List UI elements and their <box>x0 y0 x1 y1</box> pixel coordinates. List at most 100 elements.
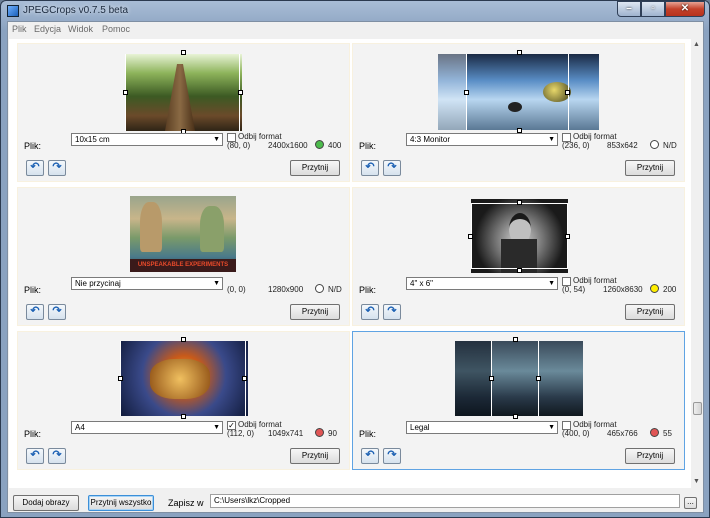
format-dropdown[interactable]: Nie przycinaj ▼ <box>71 277 223 290</box>
crop-button[interactable]: Przytnij <box>625 304 675 320</box>
image-panel-2[interactable]: Plik: 4:3 Monitor ▼ Odbij format (236, 0)… <box>352 43 685 182</box>
minimize-button[interactable]: – <box>617 1 641 17</box>
crop-handle[interactable] <box>238 90 243 95</box>
scroll-up-icon[interactable]: ▲ <box>693 41 700 48</box>
format-dropdown[interactable]: A4 ▼ <box>71 421 223 434</box>
crop-area[interactable] <box>466 54 569 130</box>
crop-button[interactable]: Przytnij <box>290 160 340 176</box>
add-images-button[interactable]: Dodaj obrazy <box>13 495 79 511</box>
scroll-down-icon[interactable]: ▼ <box>693 478 700 485</box>
crop-all-button[interactable]: Przytnij wszystko <box>88 495 154 511</box>
browse-button[interactable]: ... <box>684 497 697 509</box>
crop-handle[interactable] <box>464 90 469 95</box>
title-bar[interactable]: JPEGCrops v0.7.5 beta – ▫ ✕ <box>1 1 709 21</box>
image-figure <box>200 206 224 252</box>
file-label: Plik: <box>24 429 42 439</box>
format-dropdown[interactable]: Legal ▼ <box>406 421 558 434</box>
crop-area[interactable] <box>471 203 568 269</box>
crop-button[interactable]: Przytnij <box>625 448 675 464</box>
rotate-left-button[interactable]: ↶ <box>26 448 44 464</box>
close-button[interactable]: ✕ <box>665 1 705 17</box>
vertical-scrollbar[interactable]: ▲ ▼ <box>691 39 703 488</box>
crop-handle[interactable] <box>517 200 522 205</box>
crop-handle[interactable] <box>181 337 186 342</box>
chevron-down-icon: ▼ <box>213 136 220 143</box>
flip-format-label: Odbij format <box>573 420 617 429</box>
rotate-left-button[interactable]: ↶ <box>361 304 379 320</box>
rotate-right-button[interactable]: ↷ <box>383 448 401 464</box>
crop-handle[interactable] <box>513 337 518 342</box>
rotate-right-icon: ↷ <box>387 305 397 317</box>
quality-value: 90 <box>328 429 337 438</box>
crop-offset: (112, 0) <box>227 429 254 438</box>
image-panel-4[interactable]: Plik: 4" x 6" ▼ Odbij format (0, 54) 1260… <box>352 187 685 326</box>
image-panel-1[interactable]: Plik: 10x15 cm ▼ Odbij format (80, 0) 240… <box>17 43 350 182</box>
crop-button[interactable]: Przytnij <box>290 448 340 464</box>
rotate-right-button[interactable]: ↷ <box>48 160 66 176</box>
crop-handle[interactable] <box>118 376 123 381</box>
rotate-right-icon: ↷ <box>387 161 397 173</box>
quality-value: 200 <box>663 285 677 294</box>
image-panel-5[interactable]: Plik: A4 ▼ ✓ Odbij format (112, 0) 1049x7… <box>17 331 350 470</box>
maximize-button[interactable]: ▫ <box>641 1 665 17</box>
crop-handle[interactable] <box>513 414 518 419</box>
crop-area[interactable] <box>120 341 246 416</box>
thumbnail-image[interactable]: UNSPEAKABLE EXPERIMENTS <box>130 196 236 272</box>
crop-offset: (80, 0) <box>227 141 251 150</box>
crop-area[interactable] <box>125 54 240 131</box>
thumbnail-image[interactable] <box>125 54 242 131</box>
rotate-right-button[interactable]: ↷ <box>48 304 66 320</box>
rotate-right-icon: ↷ <box>52 449 62 461</box>
quality-value: N/D <box>663 141 677 150</box>
rotate-left-icon: ↶ <box>365 305 375 317</box>
crop-handle[interactable] <box>123 90 128 95</box>
image-panel-6[interactable]: Plik: Legal ▼ Odbij format (400, 0) 465x7… <box>352 331 685 470</box>
status-indicator <box>315 284 324 293</box>
chevron-down-icon: ▼ <box>548 280 555 287</box>
rotate-right-button[interactable]: ↷ <box>383 304 401 320</box>
file-label: Plik: <box>24 141 42 151</box>
scrollbar-thumb[interactable] <box>693 402 702 415</box>
menu-widok[interactable]: Widok <box>68 24 93 34</box>
status-indicator <box>315 428 324 437</box>
menu-bar: Plik Edycja Widok Pomoc <box>8 22 703 37</box>
thumbnail-image[interactable] <box>471 199 568 273</box>
format-dropdown[interactable]: 4:3 Monitor ▼ <box>406 133 558 146</box>
chevron-down-icon: ▼ <box>548 136 555 143</box>
rotate-left-button[interactable]: ↶ <box>26 160 44 176</box>
crop-area[interactable] <box>491 341 539 416</box>
rotate-left-icon: ↶ <box>30 305 40 317</box>
crop-handle[interactable] <box>536 376 541 381</box>
thumbnail-image[interactable] <box>438 54 599 130</box>
format-dropdown[interactable]: 4" x 6" ▼ <box>406 277 558 290</box>
app-icon <box>7 5 19 17</box>
menu-edycja[interactable]: Edycja <box>34 24 61 34</box>
crop-button[interactable]: Przytnij <box>625 160 675 176</box>
crop-handle[interactable] <box>242 376 247 381</box>
save-to-label: Zapisz w <box>168 498 204 508</box>
menu-plik[interactable]: Plik <box>12 24 27 34</box>
crop-handle[interactable] <box>517 268 522 273</box>
rotate-left-button[interactable]: ↶ <box>26 304 44 320</box>
save-path-field[interactable]: C:\Users\lkz\Cropped <box>210 494 680 508</box>
crop-offset: (400, 0) <box>562 429 590 438</box>
crop-handle[interactable] <box>565 234 570 239</box>
crop-handle[interactable] <box>181 50 186 55</box>
rotate-right-button[interactable]: ↷ <box>48 448 66 464</box>
crop-button[interactable]: Przytnij <box>290 304 340 320</box>
crop-handle[interactable] <box>565 90 570 95</box>
crop-handle[interactable] <box>468 234 473 239</box>
thumbnail-image[interactable] <box>455 341 583 416</box>
rotate-left-button[interactable]: ↶ <box>361 448 379 464</box>
format-dropdown[interactable]: 10x15 cm ▼ <box>71 133 223 146</box>
thumbnail-image[interactable] <box>120 341 248 416</box>
crop-handle[interactable] <box>181 414 186 419</box>
menu-pomoc[interactable]: Pomoc <box>102 24 130 34</box>
rotate-right-button[interactable]: ↷ <box>383 160 401 176</box>
crop-handle[interactable] <box>489 376 494 381</box>
crop-handle[interactable] <box>517 50 522 55</box>
image-size: 2400x1600 <box>268 141 308 150</box>
image-panel-3[interactable]: UNSPEAKABLE EXPERIMENTS Plik: Nie przyci… <box>17 187 350 326</box>
rotate-left-button[interactable]: ↶ <box>361 160 379 176</box>
rotate-left-icon: ↶ <box>365 161 375 173</box>
